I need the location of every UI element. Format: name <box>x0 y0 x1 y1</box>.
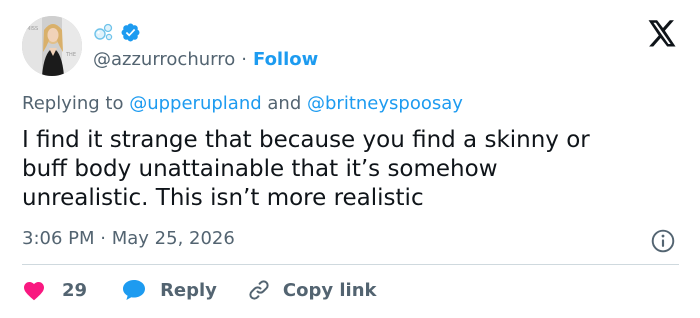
mention-link[interactable]: @britneyspoosay <box>307 93 463 114</box>
replying-conjunction: and <box>267 93 302 114</box>
user-handle[interactable]: @azzurrochurro <box>93 49 235 71</box>
tweet-timestamp[interactable]: 3:06 PM · May 25, 2026 <box>22 228 235 250</box>
replying-prefix: Replying to <box>22 93 124 114</box>
handle-row: @azzurrochurro · Follow <box>93 49 318 71</box>
follow-button[interactable]: Follow <box>253 49 318 71</box>
link-icon <box>247 278 271 302</box>
svg-text:MISS: MISS <box>26 26 38 32</box>
verified-badge-icon <box>120 22 141 47</box>
like-count: 29 <box>62 279 88 301</box>
x-logo-icon[interactable] <box>647 20 677 48</box>
replying-to-line: Replying to @upperupland and @britneyspo… <box>22 93 463 115</box>
like-button[interactable]: 29 <box>22 279 87 301</box>
avatar[interactable]: MISS THE <box>22 16 82 76</box>
divider <box>22 264 679 265</box>
tweet-card: MISS THE @azzurrochurro · Follow Replyin… <box>0 0 700 318</box>
separator-dot: · <box>241 49 247 70</box>
reply-label: Reply <box>160 279 217 301</box>
tweet-text-line: unrealistic. This isn’t more realistic <box>22 185 424 211</box>
reply-button[interactable]: Reply <box>121 278 217 302</box>
info-icon[interactable] <box>650 228 676 254</box>
tweet-text: I find it strange that because you find … <box>22 126 682 213</box>
display-name-row <box>93 22 141 46</box>
tweet-time: 3:06 PM <box>22 228 95 249</box>
svg-text:THE: THE <box>65 52 76 58</box>
heart-icon <box>22 279 46 301</box>
speech-bubble-icon <box>121 278 147 302</box>
tweet-date: May 25, 2026 <box>111 228 235 249</box>
mention-link[interactable]: @upperupland <box>129 93 261 114</box>
action-bar: 29 Reply Copy link <box>22 275 377 305</box>
tweet-text-line: buff body unattainable that it’s somehow <box>22 156 498 182</box>
bubbles-emoji-icon <box>93 21 115 47</box>
separator-dot: · <box>100 228 106 249</box>
tweet-text-line: I find it strange that because you find … <box>22 127 590 153</box>
copy-link-button[interactable]: Copy link <box>247 278 377 302</box>
copy-link-label: Copy link <box>282 279 377 301</box>
